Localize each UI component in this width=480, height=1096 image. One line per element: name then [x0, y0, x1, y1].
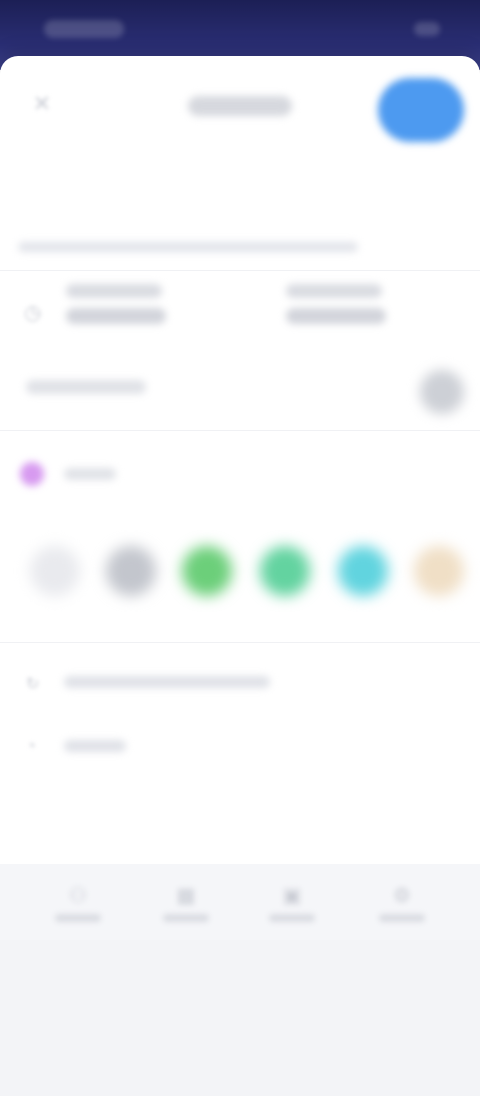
description-field[interactable]: [18, 242, 358, 252]
nav-item-calendar[interactable]: ▦: [156, 884, 216, 934]
color-swatch[interactable]: [260, 546, 310, 596]
bottom-area: ⚇ ▦ ▣ ⚙: [0, 864, 480, 1096]
clock-icon: ◷: [24, 302, 42, 324]
divider: [0, 270, 480, 271]
color-swatch[interactable]: [414, 546, 464, 596]
color-swatch[interactable]: [182, 546, 232, 596]
nav-item-settings[interactable]: ⚙: [372, 884, 432, 934]
option-repeat[interactable]: ↻: [0, 660, 480, 706]
option-label: [64, 740, 126, 752]
briefcase-icon: ▣: [282, 884, 302, 907]
nav-label: [55, 914, 101, 922]
color-swatch[interactable]: [338, 546, 388, 596]
option-label: [64, 676, 270, 688]
start-date-line2: [66, 308, 166, 324]
end-date-line1: [286, 284, 382, 298]
color-swatches: [0, 528, 480, 620]
save-button[interactable]: [378, 78, 464, 142]
color-label: [64, 468, 116, 480]
event-title-input[interactable]: [18, 172, 468, 210]
color-row[interactable]: [0, 452, 480, 498]
repeat-icon: ↻: [26, 676, 40, 693]
header-title: [188, 96, 292, 116]
start-date-line1: [66, 284, 162, 298]
nav-item-briefcase[interactable]: ▣: [262, 884, 322, 934]
date-row: ◷: [0, 282, 480, 348]
status-icons: [414, 22, 440, 36]
color-swatch[interactable]: [30, 546, 80, 596]
event-editor-sheet: ✕ ◷ ↻ ◔ ⚇ ▦ ▣ ⚙: [0, 56, 480, 1096]
option-reminder[interactable]: ◔: [0, 724, 480, 770]
divider: [0, 642, 480, 643]
end-date[interactable]: [286, 284, 396, 340]
nav-label: [269, 914, 315, 922]
color-swatch[interactable]: [106, 546, 156, 596]
end-date-line2: [286, 308, 386, 324]
editor-header: ✕: [0, 56, 480, 152]
all-day-row: [0, 362, 480, 418]
bottom-nav: ⚇ ▦ ▣ ⚙: [0, 864, 480, 940]
all-day-label: [26, 380, 146, 394]
all-day-toggle[interactable]: [420, 370, 464, 414]
bell-icon: ◔: [26, 738, 36, 755]
selected-color-dot: [20, 462, 44, 486]
nav-label: [379, 914, 425, 922]
status-time: [44, 20, 124, 38]
person-icon: ⚇: [69, 884, 87, 907]
settings-icon: ⚙: [393, 884, 411, 907]
close-icon: ✕: [32, 91, 52, 116]
close-button[interactable]: ✕: [28, 90, 56, 118]
nav-item-person[interactable]: ⚇: [48, 884, 108, 934]
calendar-icon: ▦: [176, 884, 196, 907]
nav-label: [163, 914, 209, 922]
divider: [0, 430, 480, 431]
start-date[interactable]: [66, 284, 176, 340]
